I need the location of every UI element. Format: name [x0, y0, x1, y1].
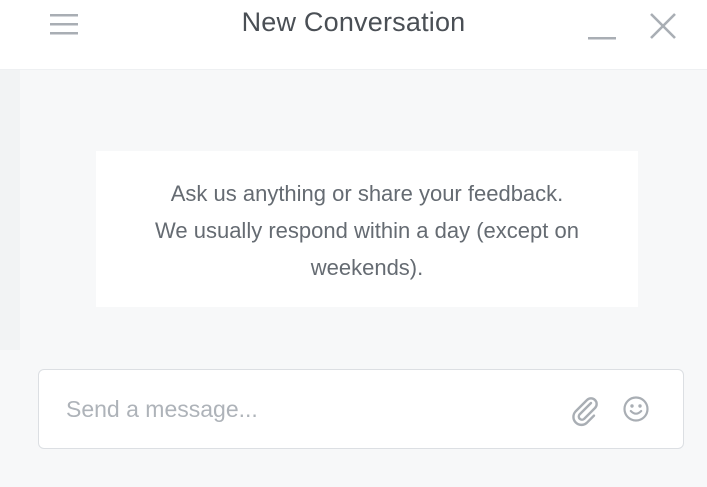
intro-line: weekends). — [310, 255, 424, 280]
intro-message-card: Ask us anything or share your feedback. … — [96, 151, 638, 307]
message-input[interactable] — [66, 390, 546, 428]
message-composer — [38, 369, 684, 449]
body-edge-shade — [0, 70, 20, 350]
emoji-button[interactable] — [621, 394, 651, 424]
attach-file-button[interactable] — [568, 394, 602, 428]
minimize-button[interactable] — [584, 10, 620, 42]
chat-header: New Conversation — [0, 0, 707, 70]
close-button[interactable] — [645, 8, 681, 44]
emoji-icon — [623, 396, 649, 422]
paperclip-icon — [572, 397, 598, 427]
close-icon — [650, 13, 676, 39]
intro-line: Ask us anything or share your feedback. — [170, 181, 564, 206]
intro-line: We usually respond within a day (except … — [155, 218, 579, 243]
minimize-icon — [588, 37, 616, 40]
